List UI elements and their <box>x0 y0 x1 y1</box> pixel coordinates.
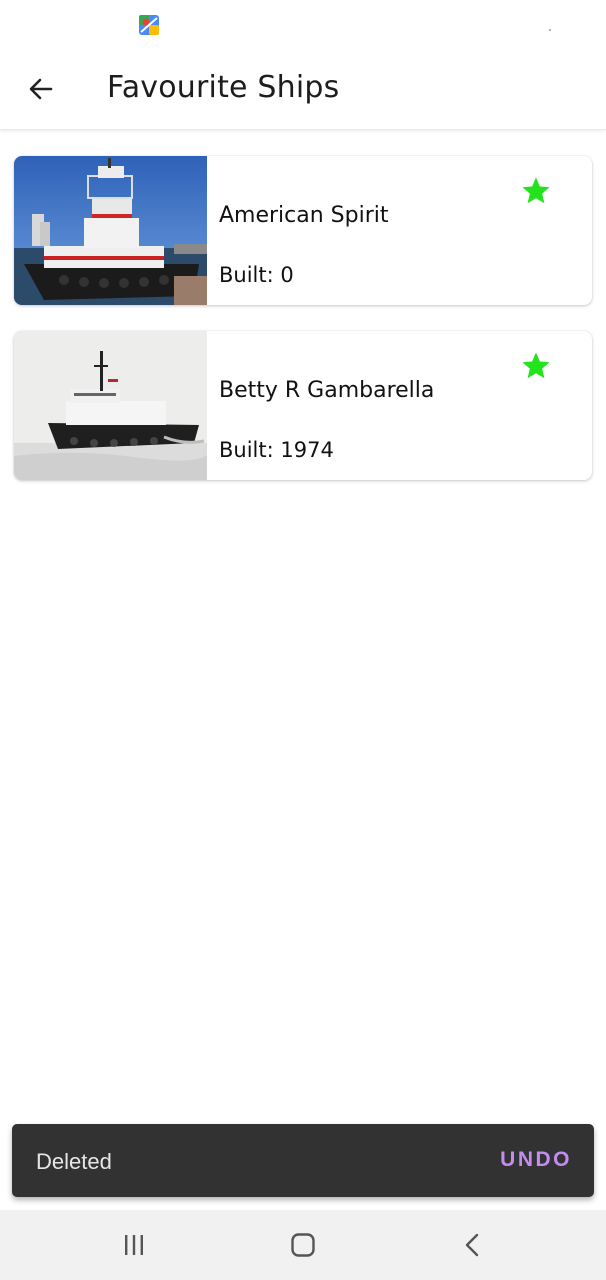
built-year: 0 <box>280 263 294 287</box>
undo-button[interactable]: UNDO <box>500 1148 572 1172</box>
ship-name: American Spirit <box>219 203 389 228</box>
system-nav-bar <box>0 1210 606 1280</box>
screen: Favourite Ships American Spirit Built: 0… <box>0 0 606 1280</box>
ship-built: Built: 0 <box>219 263 294 287</box>
favorite-button[interactable] <box>520 349 552 383</box>
home-icon <box>291 1233 315 1257</box>
built-label: Built: <box>219 263 281 287</box>
page-title: Favourite Ships <box>107 70 340 105</box>
ship-photo <box>14 331 207 480</box>
ship-photo <box>14 156 207 305</box>
built-label: Built: <box>219 438 281 462</box>
back-button[interactable] <box>18 66 64 112</box>
recents-icon <box>125 1235 143 1255</box>
star-icon <box>522 352 550 379</box>
maps-app-icon <box>139 15 159 35</box>
nav-back-button[interactable] <box>453 1228 493 1262</box>
snackbar: Deleted UNDO <box>12 1124 594 1197</box>
status-dot <box>549 29 551 31</box>
star-icon <box>522 177 550 204</box>
ship-built: Built: 1974 <box>219 438 334 462</box>
ship-card[interactable]: Betty R Gambarella Built: 1974 <box>14 331 592 480</box>
built-year: 1974 <box>280 438 334 462</box>
home-button[interactable] <box>283 1228 323 1262</box>
status-bar <box>0 0 606 48</box>
arrow-left-icon <box>29 78 53 100</box>
favorite-button[interactable] <box>520 174 552 208</box>
ship-card[interactable]: American Spirit Built: 0 <box>14 156 592 305</box>
app-bar: Favourite Ships <box>0 48 606 130</box>
ship-name: Betty R Gambarella <box>219 378 435 403</box>
back-icon <box>465 1233 479 1257</box>
snackbar-message: Deleted <box>36 1149 112 1174</box>
recents-button[interactable] <box>114 1228 154 1262</box>
